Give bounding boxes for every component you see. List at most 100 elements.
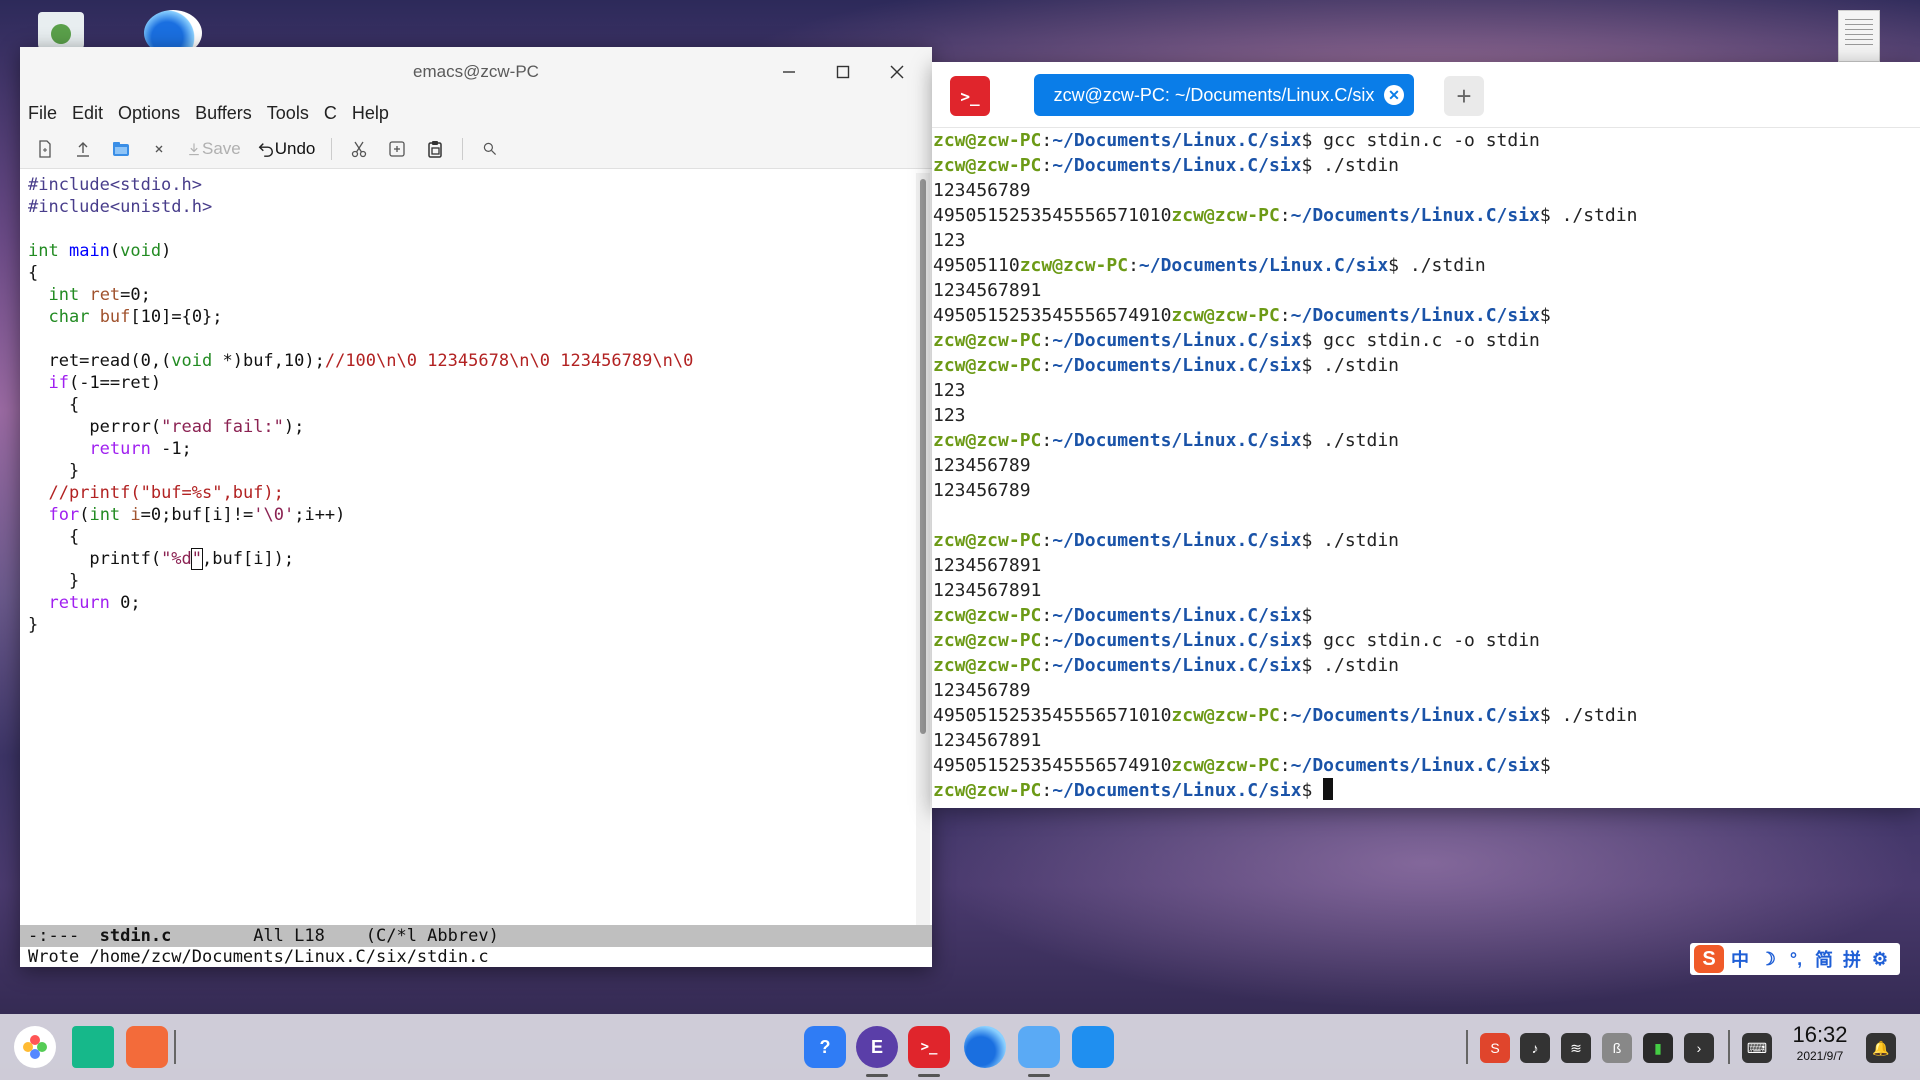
ime-chinese-toggle[interactable]: 中 (1728, 946, 1752, 972)
keyboard-icon[interactable]: ⌨ (1742, 1033, 1772, 1063)
menu-c[interactable]: C (324, 103, 346, 124)
document-desktop-icon[interactable] (1838, 10, 1880, 62)
ime-settings-icon[interactable]: ⚙ (1868, 949, 1892, 970)
copy-button[interactable] (382, 133, 412, 165)
tab-close-icon[interactable]: ✕ (1384, 85, 1404, 105)
minimize-button[interactable] (762, 47, 816, 97)
toolbar: Save Undo (20, 129, 932, 169)
terminal-output-text: 1234567891 (933, 280, 1042, 301)
modeline-info: All L18 (C/*l Abbrev) (171, 926, 499, 946)
scissors-icon (352, 141, 367, 157)
code-token: buf (99, 307, 131, 327)
minimize-icon (783, 71, 795, 73)
new-file-button[interactable] (30, 133, 60, 165)
terminal-output-text: 1234567891 (933, 730, 1042, 751)
ime-punctuation-toggle[interactable]: °, (1784, 949, 1808, 970)
undo-icon (258, 142, 273, 157)
prompt-colon: : (1279, 305, 1291, 326)
terminal-line: zcw@zcw-PC:~/Documents/Linux.C/six$ (933, 603, 1920, 628)
menu-file[interactable]: File (28, 103, 66, 124)
ime-simplified-toggle[interactable]: 简 (1812, 946, 1836, 972)
sogou-tray-icon[interactable]: S (1480, 1033, 1510, 1063)
folder-app-icon[interactable] (1018, 1026, 1060, 1068)
maximize-button[interactable] (816, 47, 870, 97)
prompt-user: zcw@zcw-PC (933, 355, 1042, 376)
open-directory-button[interactable] (106, 133, 136, 165)
expand-tray-icon[interactable]: › (1684, 1033, 1714, 1063)
terminal-command: ./stdin (1323, 655, 1400, 676)
code-token: ( (109, 241, 121, 261)
notification-bell-icon[interactable]: 🔔 (1866, 1033, 1896, 1063)
launcher-icon[interactable] (14, 1026, 56, 1068)
new-tab-button[interactable]: + (1444, 76, 1484, 116)
menu-options[interactable]: Options (118, 103, 189, 124)
code-token: ( (79, 505, 90, 525)
clock[interactable]: 16:32 2021/9/7 (1782, 1022, 1858, 1064)
code-string: "read fail:" (161, 417, 284, 437)
undo-button[interactable]: Undo (253, 133, 320, 165)
cut-button[interactable] (344, 133, 374, 165)
wallpaper-rocks (930, 800, 1920, 1010)
app-store-icon[interactable] (126, 1026, 168, 1068)
open-file-button[interactable] (68, 133, 98, 165)
close-buffer-button[interactable] (144, 133, 174, 165)
terminal-output-text: 49505110 (933, 255, 1020, 276)
ime-pinyin-toggle[interactable]: 拼 (1840, 946, 1864, 972)
toolbar-separator (462, 137, 464, 160)
running-indicator (918, 1074, 940, 1077)
ime-moon-icon[interactable]: ☽ (1756, 949, 1780, 970)
menu-tools[interactable]: Tools (267, 103, 318, 124)
code-token: void (171, 351, 213, 371)
volume-icon[interactable]: ♪ (1520, 1033, 1550, 1063)
terminal-line: zcw@zcw-PC:~/Documents/Linux.C/six$ ./st… (933, 653, 1920, 678)
code-editor[interactable]: #include<stdio.h> #include<unistd.h> int… (20, 173, 914, 925)
code-token: ,buf[i]); (202, 549, 295, 569)
terminal-line: zcw@zcw-PC:~/Documents/Linux.C/six$ gcc … (933, 628, 1920, 653)
close-button[interactable] (870, 47, 924, 97)
search-button[interactable] (475, 133, 505, 165)
menu-help[interactable]: Help (352, 103, 398, 124)
prompt-dollar: $ (1301, 530, 1324, 551)
browser-app-icon[interactable] (964, 1026, 1006, 1068)
terminal-line: zcw@zcw-PC:~/Documents/Linux.C/six$ (933, 778, 1920, 803)
prompt-path: ~/Documents/Linux.C/six (1290, 755, 1540, 776)
upload-icon (77, 141, 89, 157)
echo-area: Wrote /home/zcw/Documents/Linux.C/six/st… (20, 947, 932, 967)
emacs-titlebar[interactable]: emacs@zcw-PC (20, 47, 932, 97)
terminal-tab[interactable]: zcw@zcw-PC: ~/Documents/Linux.C/six ✕ (1034, 74, 1414, 116)
terminal-line: 1234567891 (933, 278, 1920, 303)
app-manager-icon[interactable] (1072, 1026, 1114, 1068)
editor-scrollbar[interactable] (916, 173, 930, 925)
code-token: ret (89, 285, 121, 305)
trash-desktop-icon[interactable] (38, 12, 84, 52)
code-token: int (89, 505, 121, 525)
save-button[interactable]: Save (182, 133, 245, 165)
search-icon (484, 142, 497, 155)
prompt-path: ~/Documents/Linux.C/six (1290, 705, 1540, 726)
terminal-output-text: 4950515253545556574910 (933, 755, 1172, 776)
code-token: printf( (28, 549, 162, 569)
prompt-user: zcw@zcw-PC (1171, 705, 1280, 726)
wifi-icon[interactable]: ≋ (1561, 1033, 1591, 1063)
terminal-output[interactable]: zcw@zcw-PC:~/Documents/Linux.C/six$ gcc … (932, 128, 1920, 808)
scrollbar-thumb[interactable] (920, 179, 926, 734)
emacs-app-icon[interactable]: E (856, 1026, 898, 1068)
menu-buffers[interactable]: Buffers (195, 103, 261, 124)
code-token: perror( (28, 417, 162, 437)
menu-edit[interactable]: Edit (72, 103, 112, 124)
terminal-app-icon[interactable]: >_ (908, 1026, 950, 1068)
terminal-header: >_ zcw@zcw-PC: ~/Documents/Linux.C/six ✕… (932, 62, 1920, 128)
terminal-app-icon[interactable]: >_ (950, 76, 990, 116)
paste-button[interactable] (420, 133, 450, 165)
file-manager-app-icon[interactable]: ? (804, 1026, 846, 1068)
terminal-line: 123456789 (933, 178, 1920, 203)
sogou-logo-icon[interactable]: S (1694, 945, 1724, 973)
bluetooth-icon[interactable]: ß (1602, 1033, 1632, 1063)
code-comment: //printf("buf=%s",buf); (48, 483, 284, 503)
multitask-view-icon[interactable] (72, 1026, 114, 1068)
running-indicator (1028, 1074, 1050, 1077)
prompt-colon: : (1041, 605, 1053, 626)
battery-icon[interactable]: ▮ (1643, 1033, 1673, 1063)
modeline-buffer-name[interactable]: stdin.c (100, 926, 172, 946)
code-token: -1; (150, 439, 192, 459)
